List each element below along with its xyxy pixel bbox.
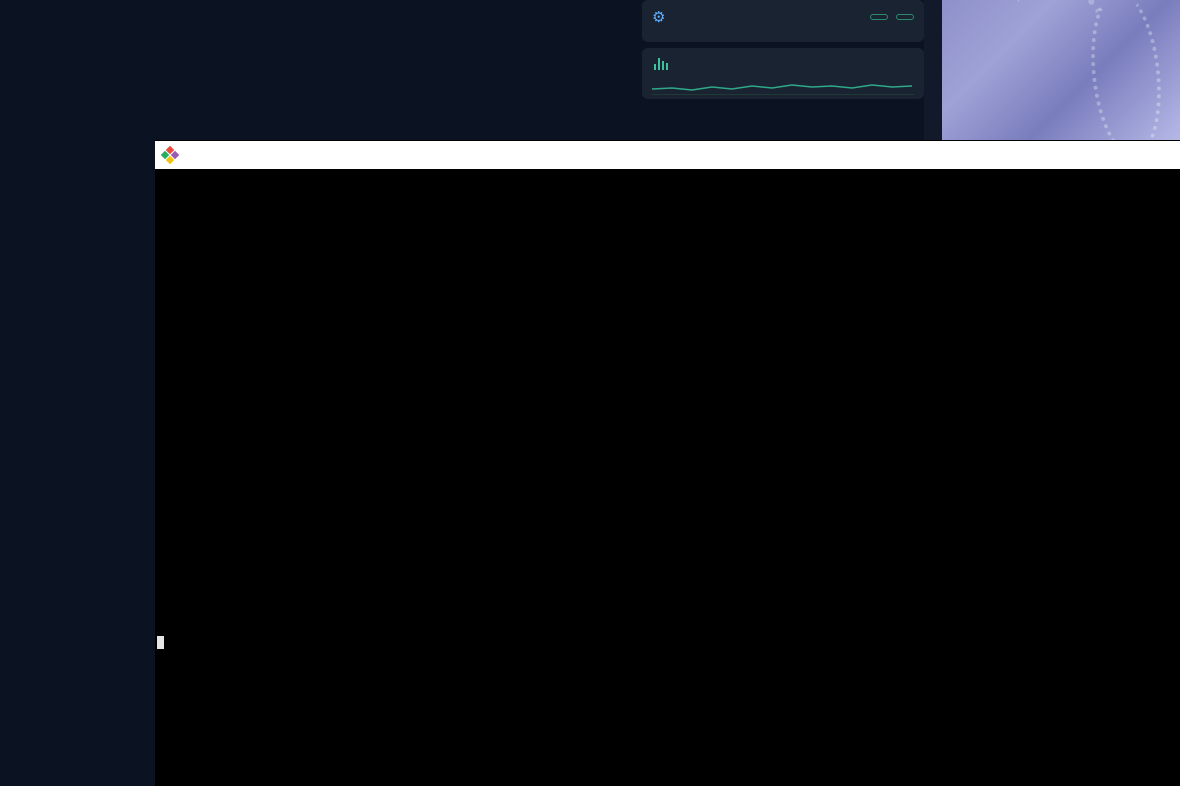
os-badge[interactable] xyxy=(870,14,888,20)
system-dashboard: ⚙ xyxy=(642,0,924,140)
window-titlebar[interactable] xyxy=(155,141,1180,169)
right-sidebar xyxy=(924,0,942,140)
gitbash-window xyxy=(155,140,1180,786)
cpu-panel xyxy=(642,48,924,99)
gitbash-terminal[interactable] xyxy=(155,169,1180,786)
system-panel: ⚙ xyxy=(642,0,924,42)
gear-icon: ⚙ xyxy=(652,8,665,26)
os-version-badge[interactable] xyxy=(896,14,914,20)
background-image xyxy=(942,0,1180,140)
minimize-button[interactable] xyxy=(1128,141,1172,169)
bars-icon xyxy=(652,56,670,70)
cpu-sparkline xyxy=(652,74,914,95)
cursor xyxy=(157,636,164,649)
mingw-icon xyxy=(163,148,177,162)
